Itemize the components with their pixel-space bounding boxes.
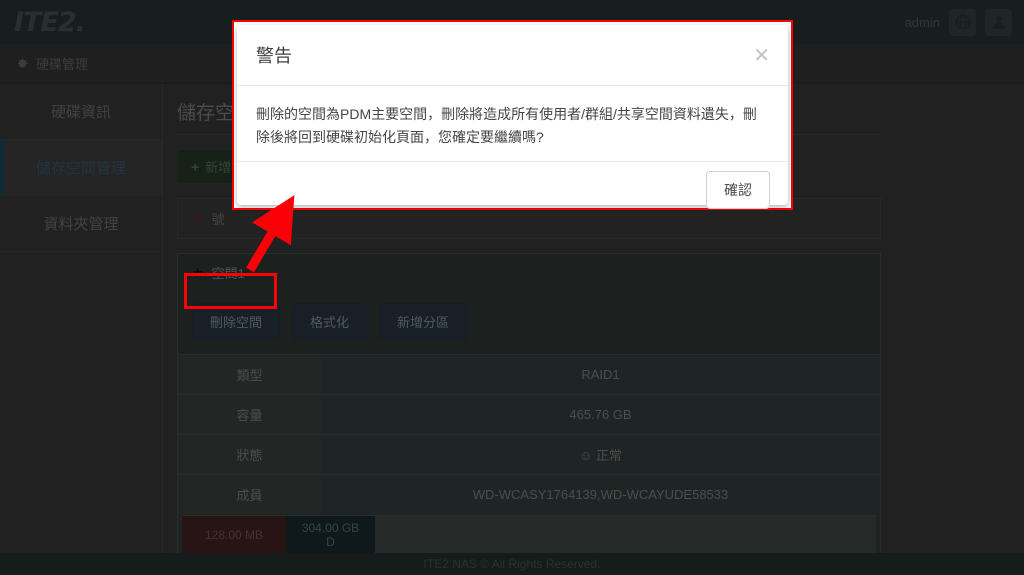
warning-dialog: 警告 ✕ 刪除的空間為PDM主要空間，刪除將造成所有使用者/群組/共享空間資料遺… bbox=[237, 25, 788, 210]
dialog-header: 警告 ✕ bbox=[237, 25, 788, 86]
dialog-message: 刪除的空間為PDM主要空間，刪除將造成所有使用者/群組/共享空間資料遺失，刪除後… bbox=[237, 86, 788, 163]
confirm-button[interactable]: 確認 bbox=[706, 171, 770, 210]
app-root: ITE2. admin 硬碟管理 硬碟資訊 儲存空間管理 資料夾管理 + 新增 … bbox=[0, 0, 1024, 575]
dialog-footer: 確認 bbox=[237, 162, 788, 218]
dialog-title: 警告 bbox=[256, 46, 292, 66]
confirm-label: 確認 bbox=[724, 182, 752, 199]
warning-dialog-highlight: 警告 ✕ 刪除的空間為PDM主要空間，刪除將造成所有使用者/群組/共享空間資料遺… bbox=[232, 20, 793, 210]
close-icon[interactable]: ✕ bbox=[753, 45, 770, 65]
